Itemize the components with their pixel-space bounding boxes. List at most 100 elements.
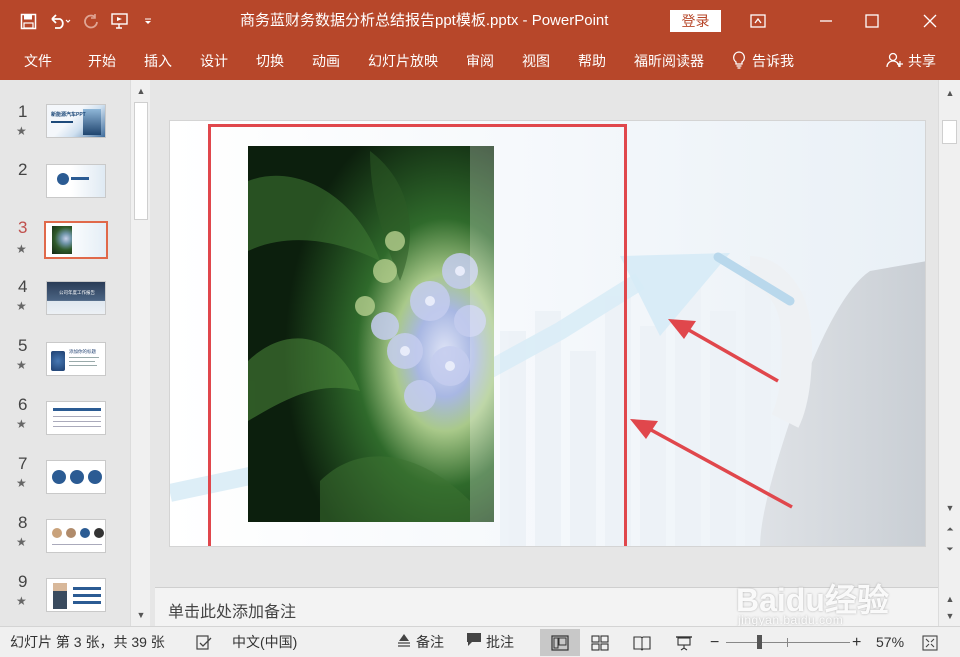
tab-design[interactable]: 设计 <box>186 51 242 71</box>
zoom-slider-center-mark <box>787 638 788 647</box>
ribbon-tabs: 文件 开始 插入 设计 切换 动画 幻灯片放映 审阅 视图 帮助 福昕阅读器 告… <box>0 42 960 80</box>
slide-thumbnail-selected <box>44 221 108 259</box>
spell-check-icon[interactable] <box>196 628 214 657</box>
slideshow-view-button[interactable] <box>664 629 704 656</box>
login-button[interactable]: 登录 <box>670 10 721 32</box>
slide-number: 3 <box>18 218 28 237</box>
thumbnail-slide-3[interactable]: 3 ★ <box>0 218 130 276</box>
notes-toggle-label: 备注 <box>416 634 444 650</box>
scroll-down-icon[interactable]: ▼ <box>131 606 151 624</box>
lightbulb-icon <box>732 50 746 72</box>
slide-thumbnail <box>46 401 106 435</box>
zoom-slider-thumb[interactable] <box>757 635 762 649</box>
redo-icon[interactable] <box>83 13 99 29</box>
comment-icon <box>466 627 482 657</box>
notes-scroll-down-icon[interactable]: ▼ <box>940 607 960 625</box>
slide-count: 幻灯片 第 3 张，共 39 张 <box>10 634 165 650</box>
thumbnail-caption: 添加你的标题 <box>69 349 96 354</box>
notes-icon <box>396 627 412 657</box>
comments-button[interactable]: 批注 <box>466 627 514 657</box>
tab-home[interactable]: 开始 <box>74 51 130 71</box>
tab-help[interactable]: 帮助 <box>564 51 620 71</box>
animation-star-icon: ★ <box>16 476 27 490</box>
current-slide[interactable] <box>169 120 926 547</box>
slide-thumbnail: 新能源汽车PPT <box>46 104 106 138</box>
thumbnail-caption: 新能源汽车PPT <box>51 112 86 118</box>
language-indicator[interactable]: 中文(中国) <box>232 627 297 657</box>
slide-thumbnail: 添加你的标题 <box>46 342 106 376</box>
slide-number: 7 <box>18 454 28 473</box>
annotation-arrows <box>630 319 793 509</box>
slide-sorter-icon <box>591 634 609 651</box>
thumbnail-slide-8[interactable]: 8 ★ <box>0 513 130 571</box>
animation-star-icon: ★ <box>16 358 27 372</box>
notes-placeholder: 单击此处添加备注 <box>168 604 297 621</box>
reading-view-button[interactable] <box>622 629 662 656</box>
watermark-url: jingyan.baidu.com <box>738 613 844 627</box>
save-icon[interactable] <box>20 13 37 30</box>
maximize-icon[interactable] <box>852 0 892 42</box>
scrollbar-thumb[interactable] <box>134 102 148 220</box>
thumbnail-slide-4[interactable]: 4 ★ 公司年度工作报告 <box>0 277 130 335</box>
scroll-down-icon[interactable]: ▼ <box>940 499 960 517</box>
fit-to-window-icon[interactable] <box>922 627 938 657</box>
status-bar: 幻灯片 第 3 张，共 39 张 中文(中国) 备注 批注 − + 57% <box>0 626 960 657</box>
ribbon-display-options-icon[interactable] <box>738 0 778 42</box>
scroll-up-icon[interactable]: ▲ <box>940 84 960 102</box>
thumbnail-slide-9[interactable]: 9 ★ <box>0 572 130 630</box>
scrollbar-thumb[interactable] <box>942 120 957 144</box>
zoom-in-icon[interactable]: + <box>852 627 861 657</box>
close-icon[interactable] <box>910 0 950 42</box>
animation-star-icon: ★ <box>16 417 27 431</box>
tab-slideshow[interactable]: 幻灯片放映 <box>354 51 452 71</box>
notes-toggle-button[interactable]: 备注 <box>396 627 444 657</box>
zoom-level[interactable]: 57% <box>876 627 904 657</box>
notes-scroll-up-icon[interactable]: ▲ <box>940 590 960 608</box>
slide-number: 6 <box>18 395 28 414</box>
tell-me-label: 告诉我 <box>752 53 794 69</box>
slide-number: 5 <box>18 336 28 355</box>
tab-animations[interactable]: 动画 <box>298 51 354 71</box>
slideshow-from-start-icon[interactable] <box>111 12 131 30</box>
slide-thumbnail <box>46 578 106 612</box>
tab-foxit-reader[interactable]: 福昕阅读器 <box>620 51 718 71</box>
quick-access-toolbar <box>0 12 220 30</box>
slide-thumbnail <box>46 164 106 198</box>
scroll-up-icon[interactable]: ▲ <box>131 82 151 100</box>
share-button[interactable]: 共享 <box>886 42 936 80</box>
slide-thumbnail <box>46 519 106 553</box>
tab-review[interactable]: 审阅 <box>452 51 508 71</box>
slideshow-icon <box>676 635 692 650</box>
slide-sorter-view-button[interactable] <box>580 629 620 656</box>
tell-me-box[interactable]: 告诉我 <box>718 50 794 72</box>
animation-star-icon: ★ <box>16 535 27 549</box>
thumbnail-slide-6[interactable]: 6 ★ <box>0 395 130 453</box>
tab-insert[interactable]: 插入 <box>130 51 186 71</box>
slide-number: 2 <box>18 160 28 179</box>
previous-slide-icon[interactable]: ⏶ <box>940 520 960 538</box>
thumbnail-slide-1[interactable]: 1 ★ 新能源汽车PPT <box>0 102 130 160</box>
undo-icon[interactable] <box>49 13 71 29</box>
thumbnail-slide-2[interactable]: 2 <box>0 160 130 218</box>
thumbnail-slide-7[interactable]: 7 ★ <box>0 454 130 512</box>
slide-scrollbar[interactable]: ▲ ▼ ⏶ ⏷ ▲ ▼ <box>938 80 960 626</box>
customize-toolbar-icon[interactable] <box>143 16 153 26</box>
minimize-icon[interactable] <box>806 0 846 42</box>
normal-view-button[interactable] <box>540 629 580 656</box>
thumbnail-slide-5[interactable]: 5 ★ 添加你的标题 <box>0 336 130 394</box>
thumbnail-scrollbar[interactable]: ▲ ▼ <box>130 80 150 626</box>
tab-file[interactable]: 文件 <box>0 51 74 71</box>
next-slide-icon[interactable]: ⏷ <box>940 540 960 558</box>
slide-number: 8 <box>18 513 28 532</box>
tab-view[interactable]: 视图 <box>508 51 564 71</box>
zoom-slider[interactable] <box>726 642 850 643</box>
comments-label: 批注 <box>486 634 514 650</box>
baidu-watermark: Baidu经验 jingyan.baidu.com <box>736 575 906 627</box>
animation-star-icon: ★ <box>16 594 27 608</box>
title-bar: 商务蓝财务数据分析总结报告ppt模板.pptx - PowerPoint 登录 <box>0 0 960 42</box>
person-icon <box>886 52 904 71</box>
share-label: 共享 <box>908 53 936 69</box>
tab-transitions[interactable]: 切换 <box>242 51 298 71</box>
zoom-out-icon[interactable]: − <box>710 627 719 657</box>
window-title: 商务蓝财务数据分析总结报告ppt模板.pptx - PowerPoint <box>240 12 609 29</box>
